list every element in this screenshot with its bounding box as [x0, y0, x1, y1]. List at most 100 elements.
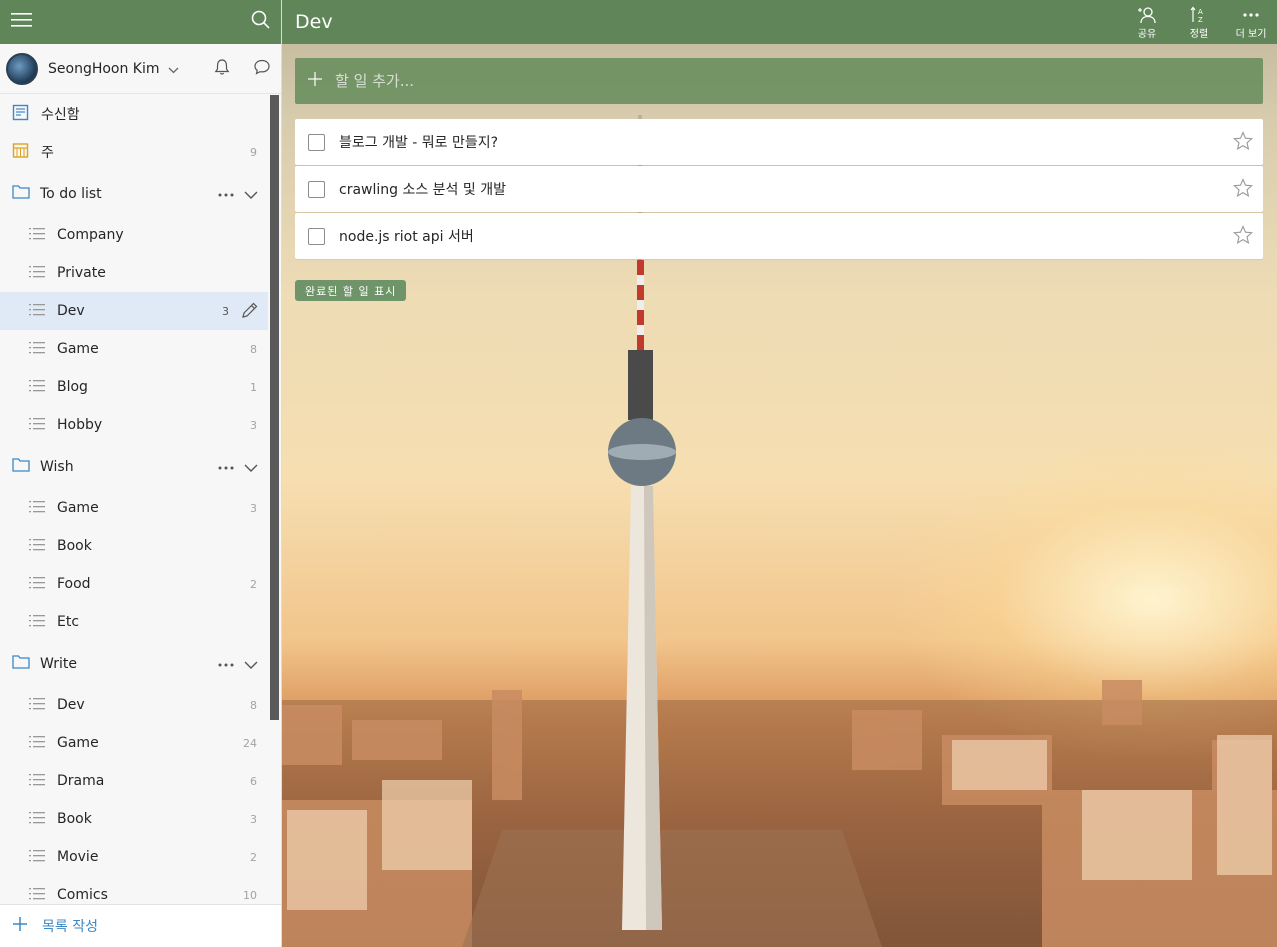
list-title[interactable]: Dev — [295, 11, 333, 33]
task-title[interactable]: crawling 소스 분석 및 개발 — [339, 179, 506, 199]
task-checkbox[interactable] — [308, 133, 325, 151]
list-icon — [29, 735, 45, 752]
sidebar-item-inbox[interactable]: 수신함 — [0, 95, 268, 133]
sidebar-item-private[interactable]: Private — [0, 254, 268, 292]
sidebar-item-wish-book[interactable]: Book — [0, 527, 268, 565]
task-list: 블로그 개발 - 뭐로 만들지? crawling 소스 분석 및 개발 nod… — [295, 119, 1263, 260]
item-count: 2 — [250, 577, 257, 591]
scrollbar-thumb[interactable] — [270, 95, 279, 720]
task-row[interactable]: node.js riot api 서버 — [295, 213, 1263, 259]
item-count: 3 — [250, 501, 257, 515]
folder-write[interactable]: Write — [0, 641, 268, 686]
sidebar-item-label: Game — [57, 341, 99, 357]
item-count: 3 — [250, 812, 257, 826]
sidebar-item-wish-food[interactable]: Food 2 — [0, 565, 268, 603]
folder-label: To do list — [40, 185, 102, 202]
sidebar-item-dev[interactable]: Dev 3 — [0, 292, 268, 330]
list-icon — [29, 227, 45, 244]
sidebar-item-label: Drama — [57, 773, 105, 789]
search-icon[interactable] — [251, 10, 271, 34]
item-count: 24 — [243, 736, 257, 750]
main-header: Dev 공유 AZ 정렬 더 보기 — [282, 0, 1277, 44]
folder-icon — [12, 654, 30, 673]
user-name[interactable]: SeongHoon Kim — [48, 61, 160, 77]
more-dots-icon[interactable] — [218, 458, 234, 474]
more-label: 더 보기 — [1235, 28, 1267, 40]
more-button[interactable]: 더 보기 — [1225, 0, 1277, 44]
main-panel: Dev 공유 AZ 정렬 더 보기 할 일 추가... 블로그 개발 - 뭐로 … — [282, 0, 1277, 947]
bell-icon[interactable] — [213, 58, 231, 80]
chevron-down-icon[interactable] — [168, 59, 179, 78]
sidebar-item-write-game[interactable]: Game 24 — [0, 724, 268, 762]
folder-todo-list[interactable]: To do list — [0, 171, 268, 216]
list-icon — [29, 417, 45, 434]
sidebar-item-write-dev[interactable]: Dev 8 — [0, 686, 268, 724]
sidebar-item-label: Private — [57, 265, 106, 281]
sidebar-item-label: 주 — [41, 145, 54, 161]
list-icon — [29, 265, 45, 282]
list-icon — [29, 811, 45, 828]
more-dots-icon[interactable] — [218, 655, 234, 671]
sidebar-item-label: Dev — [57, 697, 85, 713]
sidebar-item-label: Movie — [57, 849, 99, 865]
plus-icon — [12, 916, 28, 936]
sidebar-item-hobby[interactable]: Hobby 3 — [0, 406, 268, 444]
avatar[interactable] — [6, 52, 38, 85]
sidebar-item-write-movie[interactable]: Movie 2 — [0, 838, 268, 876]
show-completed-button[interactable]: 완료된 할 일 표시 — [295, 280, 407, 301]
chevron-down-icon[interactable] — [244, 461, 258, 477]
folder-wish[interactable]: Wish — [0, 444, 268, 489]
task-checkbox[interactable] — [308, 180, 325, 198]
more-dots-icon[interactable] — [218, 185, 234, 201]
item-count: 3 — [222, 304, 229, 318]
list-icon — [29, 849, 45, 866]
chevron-down-icon[interactable] — [244, 188, 258, 204]
plus-icon[interactable] — [307, 71, 323, 91]
star-icon[interactable] — [1232, 131, 1254, 155]
add-task-input[interactable] — [335, 72, 1215, 90]
sidebar-item-wish-game[interactable]: Game 3 — [0, 489, 268, 527]
sidebar-item-blog[interactable]: Blog 1 — [0, 368, 268, 406]
create-list-button[interactable]: 목록 작성 — [0, 904, 281, 947]
sidebar-item-label: Food — [57, 576, 91, 592]
sidebar-item-wish-etc[interactable]: Etc — [0, 603, 268, 641]
task-row[interactable]: 블로그 개발 - 뭐로 만들지? — [295, 119, 1263, 165]
sidebar-item-label: Blog — [57, 379, 88, 395]
list-icon — [29, 303, 45, 320]
sort-label: 정렬 — [1189, 28, 1209, 40]
sidebar-list: 수신함 주 9 To do list Company Private Dev 3… — [0, 95, 268, 904]
more-icon — [1242, 5, 1260, 25]
sidebar-item-company[interactable]: Company — [0, 216, 268, 254]
task-row[interactable]: crawling 소스 분석 및 개발 — [295, 166, 1263, 212]
sidebar-item-write-drama[interactable]: Drama 6 — [0, 762, 268, 800]
folder-label: Wish — [40, 458, 74, 475]
folder-icon — [12, 457, 30, 476]
share-person-icon — [1137, 5, 1157, 25]
item-count: 3 — [250, 418, 257, 432]
sort-button[interactable]: AZ 정렬 — [1173, 0, 1225, 44]
list-icon — [29, 614, 45, 631]
hamburger-menu-icon[interactable] — [11, 12, 33, 32]
sidebar-scrollbar[interactable] — [268, 95, 281, 904]
sidebar-item-label: Hobby — [57, 417, 103, 433]
star-icon[interactable] — [1232, 178, 1254, 202]
task-checkbox[interactable] — [308, 227, 325, 245]
sidebar-item-game[interactable]: Game 8 — [0, 330, 268, 368]
task-title[interactable]: node.js riot api 서버 — [339, 226, 474, 246]
sidebar-item-week[interactable]: 주 9 — [0, 133, 268, 171]
pencil-edit-icon[interactable] — [241, 302, 258, 323]
task-title[interactable]: 블로그 개발 - 뭐로 만들지? — [339, 132, 498, 152]
inbox-icon — [12, 104, 29, 125]
chevron-down-icon[interactable] — [244, 658, 258, 674]
list-icon — [29, 887, 45, 904]
sidebar-item-write-book[interactable]: Book 3 — [0, 800, 268, 838]
share-label: 공유 — [1137, 28, 1157, 40]
share-button[interactable]: 공유 — [1121, 0, 1173, 44]
item-count: 9 — [250, 145, 257, 159]
item-count: 8 — [250, 698, 257, 712]
conversation-icon[interactable] — [253, 58, 271, 80]
star-icon[interactable] — [1232, 225, 1254, 249]
item-count: 10 — [243, 888, 257, 902]
add-task-bar[interactable] — [295, 58, 1263, 104]
sidebar-item-write-comics[interactable]: Comics 10 — [0, 876, 268, 904]
